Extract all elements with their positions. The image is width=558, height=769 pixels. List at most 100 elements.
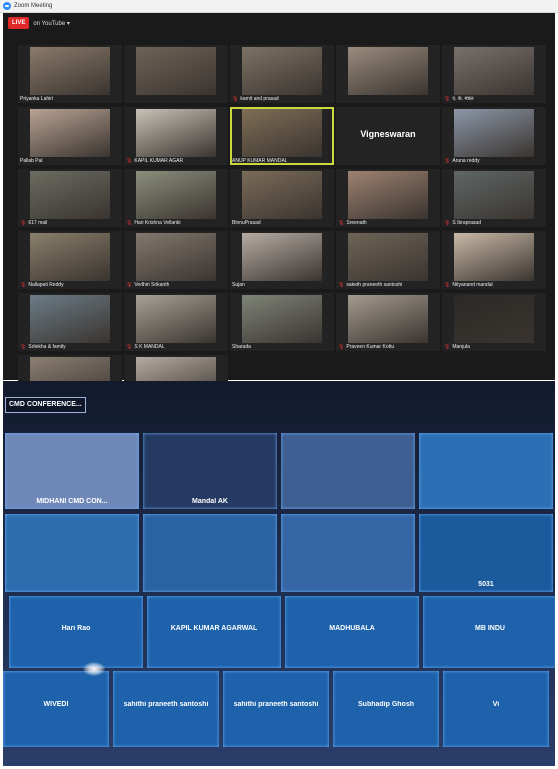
conference-tile[interactable]: Mandal AK	[143, 433, 277, 509]
conference-tile[interactable]: Subhadip Ghosh	[333, 671, 439, 747]
participant-name: 🎙 S K MANDAL	[126, 344, 165, 350]
participant-tile[interactable]: 🎙 S K MANDAL	[124, 293, 228, 351]
zoom-logo-icon	[3, 2, 11, 10]
participant-name: Priyanka Lahiri	[20, 96, 53, 102]
conference-tile[interactable]	[281, 514, 415, 592]
participant-tile[interactable]: 🎙 Srilekha & family	[18, 293, 122, 351]
window-titlebar: Zoom Meeting	[0, 0, 558, 13]
participant-tile[interactable]: BinnuPrasad	[230, 169, 334, 227]
conference-tile[interactable]: Vi	[443, 671, 549, 747]
conference-tile[interactable]: 5031	[419, 514, 553, 592]
conference-participant-name: sahithi praneeth santoshi	[123, 701, 209, 709]
conference-tile[interactable]: MB INDU	[423, 596, 555, 668]
conference-tile[interactable]: MADHUBALA	[285, 596, 419, 668]
muted-mic-icon: 🎙	[20, 344, 27, 350]
live-stream-indicator[interactable]: LIVE on YouTube ▾	[8, 17, 70, 29]
participant-video	[30, 171, 110, 219]
live-destination[interactable]: on YouTube ▾	[33, 20, 70, 27]
participant-video	[348, 47, 428, 95]
participant-tile[interactable]	[336, 45, 440, 103]
conference-tile[interactable]: MIDHANI CMD CON...	[5, 433, 139, 509]
participant-tile[interactable]: 🎙 Praveen Kumar Kottu	[336, 293, 440, 351]
screen-glare	[83, 662, 105, 676]
participant-name-text: Priyanka Lahiri	[20, 96, 54, 102]
participant-name: 🎙 Aruna reddy	[444, 158, 480, 164]
muted-mic-icon: 🎙	[126, 220, 133, 226]
participant-name: 🎙 617 mail	[20, 220, 47, 226]
participant-name: Sujan	[232, 282, 245, 288]
muted-mic-icon: 🎙	[444, 220, 451, 226]
participant-tile[interactable]: 🎙 Nityanand mandal	[442, 231, 546, 289]
participant-video	[454, 171, 534, 219]
participant-name: 🎙 S Ibraprasad	[444, 220, 481, 226]
participant-name-text: Hari Krishna Vellanki	[134, 220, 181, 226]
conference-tile[interactable]	[419, 433, 553, 509]
participant-video	[454, 109, 534, 157]
participant-name-text: Praveen Kumar Kottu	[346, 344, 395, 350]
conference-tile[interactable]	[281, 433, 415, 509]
participant-tile[interactable]	[124, 45, 228, 103]
conference-row-top: MIDHANI CMD CON... Mandal AK	[5, 433, 553, 509]
participant-name: BinnuPrasad	[232, 220, 261, 226]
muted-mic-icon: 🎙	[338, 282, 345, 288]
participant-name-text: BinnuPrasad	[232, 220, 261, 226]
participant-name: 🎙 Srilekha & family	[20, 344, 66, 350]
participant-tile[interactable]: 🎙 Vedhiri Srikanth	[124, 231, 228, 289]
participant-name-text: Sharada	[232, 344, 251, 350]
muted-mic-icon: 🎙	[338, 220, 345, 226]
participant-name-text: Sujan	[232, 282, 245, 288]
participant-name: 🎙 Vedhiri Srikanth	[126, 282, 169, 288]
participant-name-text: Nityanand mandal	[452, 282, 493, 288]
conference-participant-name: MB INDU	[475, 624, 505, 632]
participant-video	[242, 171, 322, 219]
participant-tile[interactable]: Priyanka Lahiri	[18, 45, 122, 103]
participant-name: 🎙 saketh praneeth santoshi	[338, 282, 402, 288]
conference-row-mid: 5031	[5, 514, 553, 592]
participant-tile[interactable]: Sharada	[230, 293, 334, 351]
participant-tile[interactable]: ANUP KUMAR MANDAL	[230, 107, 334, 165]
conference-tile[interactable]	[143, 514, 277, 592]
conference-tile[interactable]: Hari Rao	[9, 596, 143, 668]
muted-mic-icon: 🎙	[126, 282, 133, 288]
muted-mic-icon: 🎙	[126, 344, 133, 350]
participant-tile[interactable]: 🎙 kamit and prasad	[230, 45, 334, 103]
participant-tile[interactable]: 🎙 Hari Krishna Vellanki	[124, 169, 228, 227]
participant-grid: Priyanka Lahiri 🎙 kamit and prasad 🎙 ए. के. …	[18, 45, 548, 413]
participant-tile[interactable]: 🎙 617 mail	[18, 169, 122, 227]
participant-tile[interactable]: Sujan	[230, 231, 334, 289]
conference-tile[interactable]: WIVEDI	[3, 671, 109, 747]
muted-mic-icon: 🎙	[20, 220, 27, 226]
conference-tile[interactable]: KAPIL KUMAR AGARWAL	[147, 596, 281, 668]
participant-tile[interactable]: 🎙 saketh praneeth santoshi	[336, 231, 440, 289]
participant-tile[interactable]: 🎙 ए. के. मंडल	[442, 45, 546, 103]
participant-name: 🎙 kamit and prasad	[232, 96, 279, 102]
participant-name-text: S Ibraprasad	[452, 220, 481, 226]
conference-tile[interactable]: sahithi praneeth santoshi	[223, 671, 329, 747]
conference-participant-name: WIVEDI	[43, 701, 69, 709]
conference-participant-name: Vi	[492, 701, 500, 709]
participant-name: 🎙 Sreenath	[338, 220, 367, 226]
participant-name: 🎙 Nityanand mandal	[444, 282, 493, 288]
participant-tile[interactable]: 🎙 S Ibraprasad	[442, 169, 546, 227]
participant-tile[interactable]: 🎙 Nallapati Reddy	[18, 231, 122, 289]
participant-tile[interactable]: 🎙 KAPIL KUMAR AGAR	[124, 107, 228, 165]
conference-participant-name: Hari Rao	[61, 624, 91, 632]
participant-tile[interactable]: 🎙 Aruna reddy	[442, 107, 546, 165]
participant-tile[interactable]: 🎙 Manjula	[442, 293, 546, 351]
conference-participant-name: MADHUBALA	[329, 624, 375, 632]
muted-mic-icon: 🎙	[126, 158, 133, 164]
conference-participant-name: Mandal AK	[192, 498, 228, 505]
participant-tile[interactable]: Vigneswaran	[336, 107, 440, 165]
conference-tile[interactable]: sahithi praneeth santoshi	[113, 671, 219, 747]
participant-video	[242, 295, 322, 343]
participant-tile[interactable]: 🎙 Sreenath	[336, 169, 440, 227]
participant-name: 🎙 KAPIL KUMAR AGAR	[126, 158, 183, 164]
participant-name-text: ए. के. मंडल	[452, 96, 474, 102]
live-badge: LIVE	[8, 17, 30, 29]
muted-mic-icon: 🎙	[232, 96, 239, 102]
participant-tile[interactable]: Pallab Pal	[18, 107, 122, 165]
participant-display-name: Vigneswaran	[360, 129, 416, 139]
conference-participant-name: 5031	[478, 581, 494, 588]
participant-video	[454, 47, 534, 95]
conference-tile[interactable]	[5, 514, 139, 592]
